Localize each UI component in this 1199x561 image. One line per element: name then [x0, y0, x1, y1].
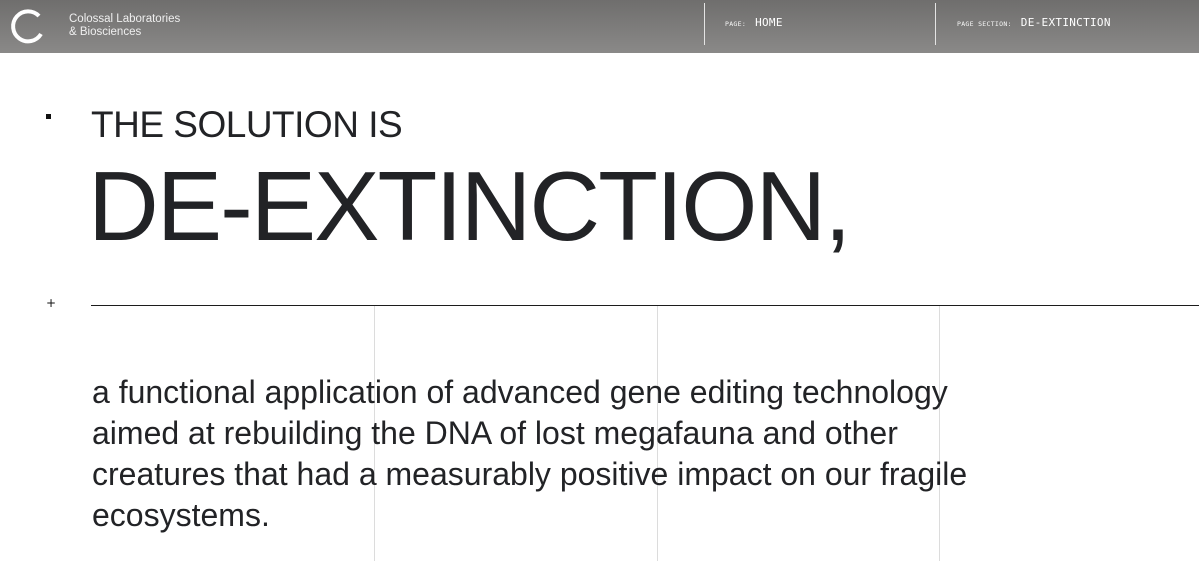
square-bullet-icon	[46, 114, 51, 119]
page-value: HOME	[755, 16, 783, 29]
body-paragraph: a functional application of advanced gen…	[92, 374, 968, 533]
page: Colossal Laboratories & Biosciences PAGE…	[0, 0, 1199, 561]
header-divider	[704, 3, 705, 45]
header-divider	[935, 3, 936, 45]
brand-name[interactable]: Colossal Laboratories & Biosciences	[69, 13, 180, 39]
section-divider	[91, 305, 1199, 306]
site-header: Colossal Laboratories & Biosciences PAGE…	[0, 0, 1199, 53]
brand-line-2: & Biosciences	[69, 26, 142, 38]
brand-line-1: Colossal Laboratories	[69, 13, 181, 25]
hero-eyebrow: THE SOLUTION IS	[91, 104, 403, 145]
hero-headline: DE-EXTINCTION,	[88, 151, 851, 261]
page-key: PAGE:	[725, 20, 747, 28]
ring-logo-icon[interactable]	[8, 7, 48, 45]
section-value: DE-EXTINCTION	[1020, 16, 1111, 29]
section-indicator: PAGE SECTION: DE-EXTINCTION	[957, 16, 1111, 30]
plus-marker: +	[46, 296, 57, 310]
section-key: PAGE SECTION:	[957, 20, 1012, 28]
page-indicator: PAGE: HOME	[725, 16, 783, 30]
